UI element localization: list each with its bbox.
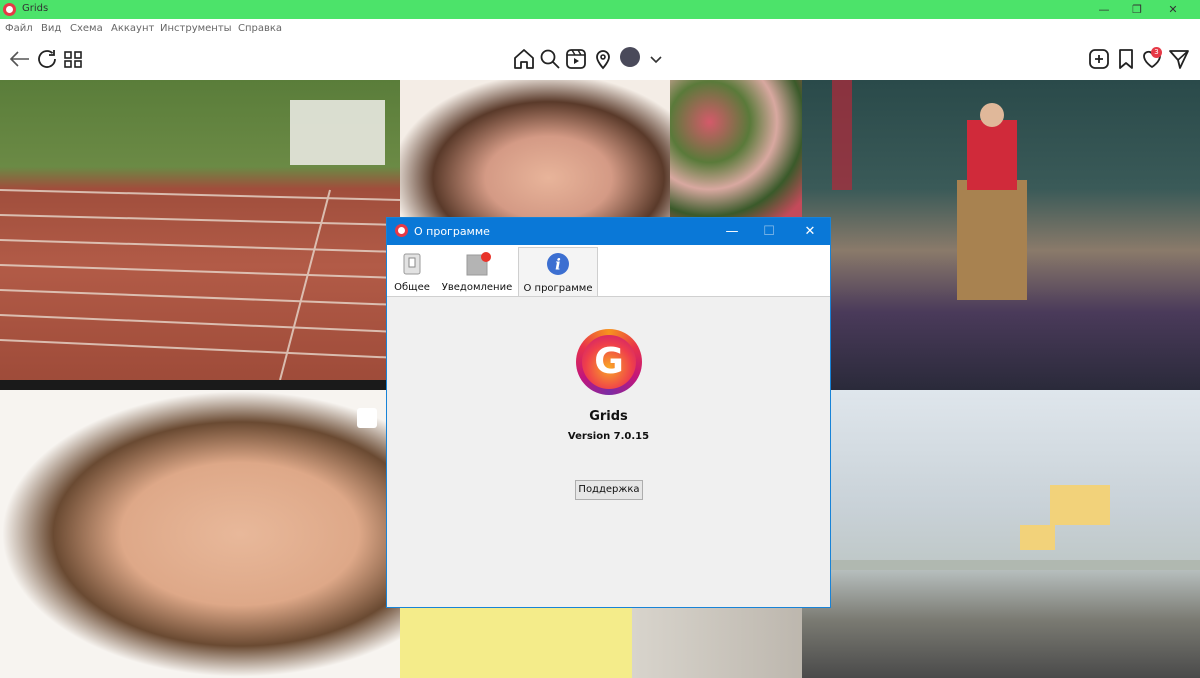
info-icon: i (547, 253, 569, 275)
dialog-title-bar: О программе — ☐ ✕ (387, 218, 830, 245)
back-arrow-icon[interactable] (8, 47, 32, 71)
chevron-down-icon[interactable] (644, 47, 668, 71)
dialog-body: G Grids Version 7.0.15 Поддержка (387, 297, 830, 607)
menu-help[interactable]: Справка (238, 23, 282, 34)
support-button[interactable]: Поддержка (575, 480, 643, 500)
grids-logo-icon (3, 3, 16, 16)
photo-portrait-2[interactable] (0, 390, 400, 678)
general-settings-icon (403, 253, 421, 275)
location-pin-icon[interactable] (591, 47, 615, 71)
avatar[interactable] (620, 47, 640, 67)
photo-portrait-1[interactable] (400, 80, 670, 220)
search-icon[interactable] (538, 47, 562, 71)
photo-banquet-hall[interactable] (802, 390, 1200, 678)
dialog-title: О программе (414, 225, 490, 238)
maximize-button[interactable]: ❐ (1120, 0, 1154, 19)
svg-text:i: i (555, 256, 561, 274)
tab-about-label: О программе (523, 283, 593, 294)
menu-view[interactable]: Вид (41, 23, 61, 34)
menu-tools[interactable]: Инструменты (160, 23, 232, 34)
tab-general[interactable]: Общее (391, 247, 433, 295)
photo-flowers[interactable] (670, 80, 802, 220)
tab-notification[interactable]: Уведомление (439, 247, 515, 295)
photo-running-track[interactable] (0, 80, 400, 390)
window-title-bar: Grids — ❐ ✕ (0, 0, 1200, 19)
dialog-close-button[interactable]: ✕ (790, 218, 830, 245)
photo-yellow-sweater[interactable] (400, 608, 632, 678)
refresh-icon[interactable] (35, 47, 59, 71)
menu-account[interactable]: Аккаунт (111, 23, 154, 34)
app-logo-letter: G (594, 341, 624, 382)
about-dialog: О программе — ☐ ✕ Общее Уведомление i О … (386, 217, 831, 608)
app-name: Grids (589, 409, 628, 424)
dialog-maximize-button: ☐ (763, 224, 775, 239)
photo-conference-speaker[interactable] (802, 80, 1200, 390)
photo-knit[interactable] (632, 608, 802, 678)
grids-app-logo-icon: G (576, 329, 642, 395)
menu-scheme[interactable]: Схема (70, 23, 103, 34)
grids-logo-icon (395, 224, 408, 237)
add-post-icon[interactable] (1087, 47, 1111, 71)
notification-icon (466, 252, 491, 276)
toolbar (0, 38, 1200, 80)
tab-general-label: Общее (394, 282, 430, 293)
multi-photo-icon (357, 408, 377, 428)
window-title: Grids (22, 3, 49, 14)
direct-message-icon[interactable] (1167, 47, 1191, 71)
dialog-tabs: Общее Уведомление i О программе (387, 245, 830, 297)
notification-badge: 3 (1151, 47, 1162, 58)
dialog-minimize-button[interactable]: — (712, 218, 752, 245)
reels-icon[interactable] (564, 47, 588, 71)
home-icon[interactable] (512, 47, 536, 71)
menu-bar: Файл Вид Схема Аккаунт Инструменты Справ… (0, 19, 1200, 38)
app-version: Version 7.0.15 (567, 431, 650, 442)
tab-notification-label: Уведомление (441, 282, 513, 293)
minimize-button[interactable]: — (1087, 0, 1121, 19)
grid-layout-icon[interactable] (61, 47, 85, 71)
menu-file[interactable]: Файл (5, 23, 33, 34)
close-button[interactable]: ✕ (1156, 0, 1190, 19)
tab-about[interactable]: i О программе (518, 247, 598, 296)
bookmark-icon[interactable] (1114, 47, 1138, 71)
